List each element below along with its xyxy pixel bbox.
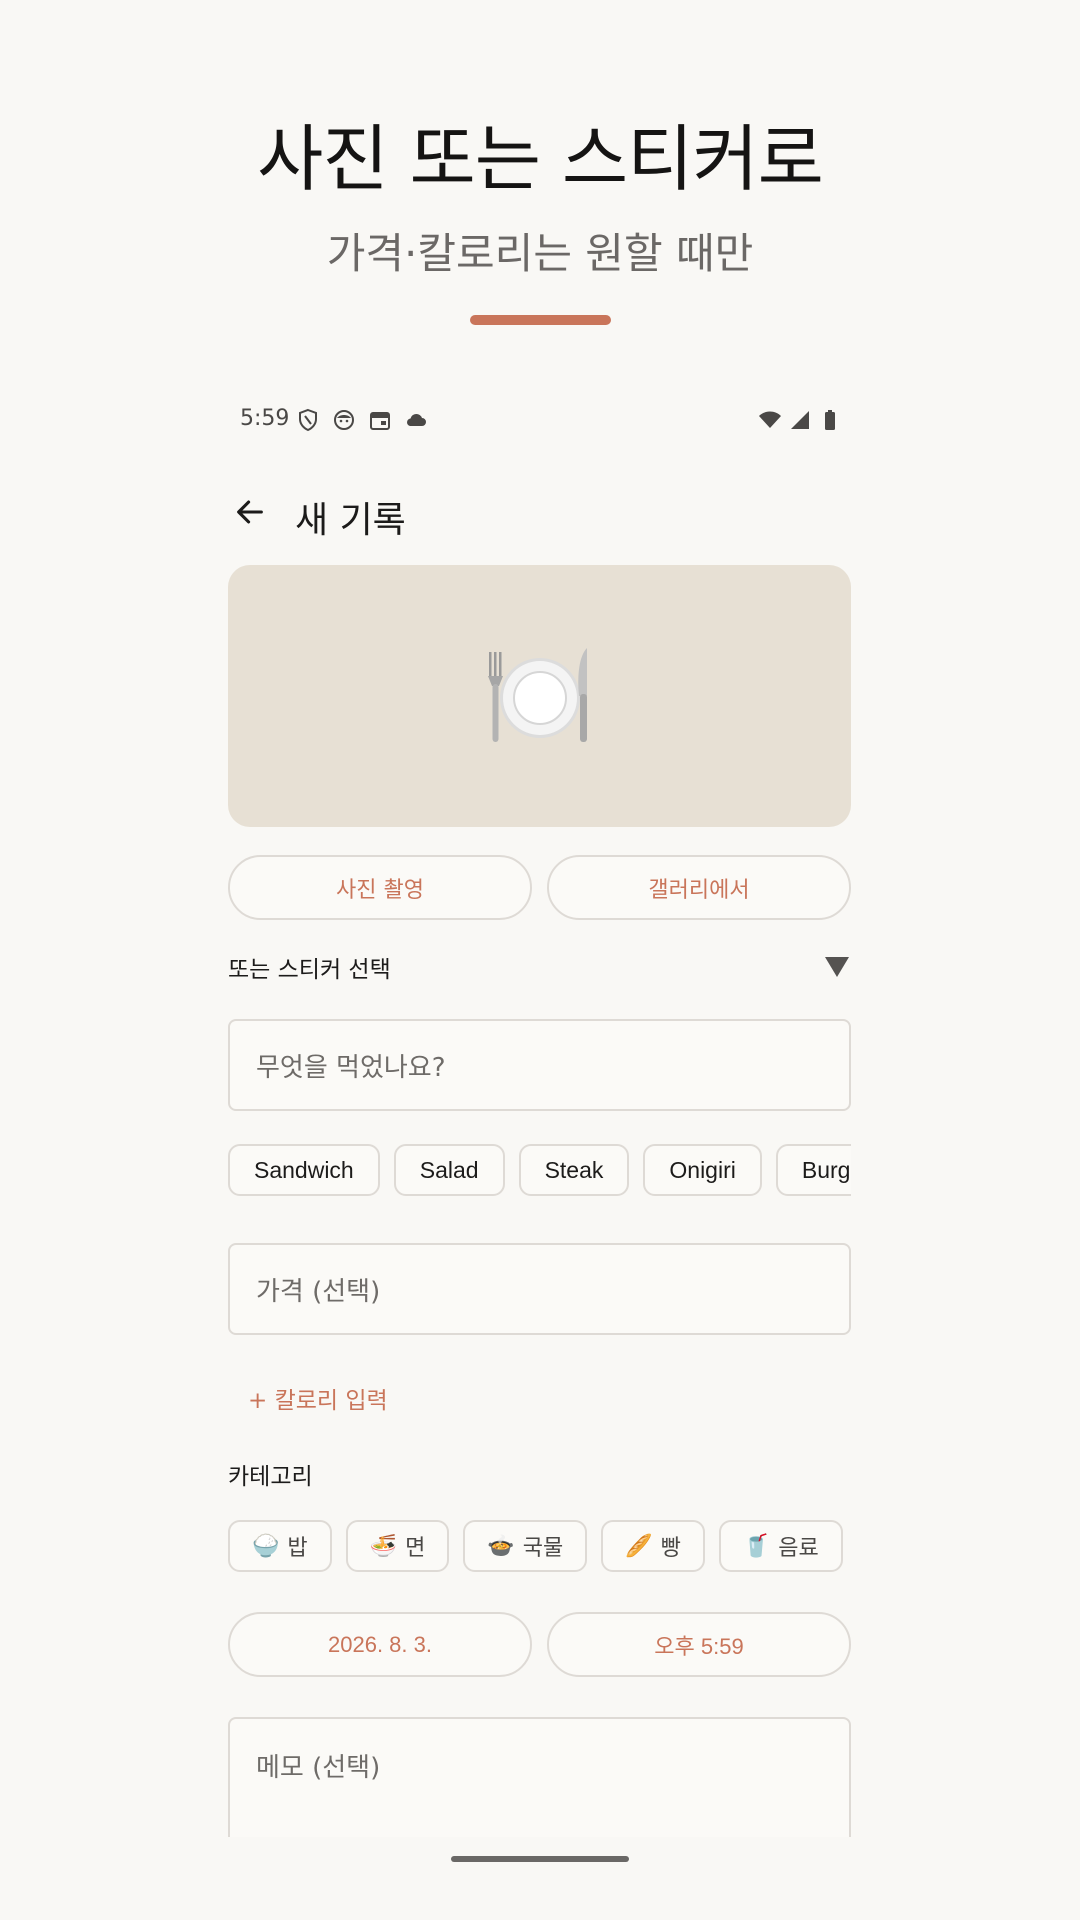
triangle-down-icon[interactable] bbox=[823, 955, 851, 979]
cloud-icon bbox=[407, 413, 426, 426]
category-emoji-icon: 🍲 bbox=[487, 1533, 515, 1558]
status-icons-left bbox=[296, 408, 428, 432]
category-chip[interactable]: 🥖 빵 bbox=[601, 1520, 705, 1572]
wifi-icon bbox=[759, 411, 781, 428]
signal-icon bbox=[791, 411, 809, 429]
category-emoji-icon: 🥤 bbox=[742, 1533, 771, 1558]
memo-placeholder: 메모 (선택) bbox=[256, 1753, 381, 1783]
suggestion-chip-row: SandwichSaladSteakOnigiriBurger bbox=[228, 1144, 851, 1196]
category-label: 카테고리 bbox=[228, 1464, 313, 1490]
category-chip-label: 빵 bbox=[660, 1535, 681, 1560]
bottom-fade bbox=[0, 1840, 1080, 1920]
back-button[interactable] bbox=[228, 490, 272, 534]
category-chip-label: 음료 bbox=[778, 1535, 819, 1560]
face-icon bbox=[334, 410, 354, 430]
category-chip-label: 면 bbox=[405, 1535, 426, 1560]
take-photo-button[interactable]: 사진 촬영 bbox=[228, 855, 532, 920]
category-chip[interactable]: 🥤 음료 bbox=[718, 1520, 843, 1572]
status-icons-right bbox=[758, 408, 842, 432]
gallery-button[interactable]: 갤러리에서 bbox=[547, 855, 851, 920]
price-input[interactable]: 가격 (선택) bbox=[228, 1243, 851, 1335]
category-chip[interactable]: 🍜 면 bbox=[345, 1520, 450, 1572]
suggestion-chip[interactable]: Sandwich bbox=[228, 1144, 380, 1196]
suggestion-chip[interactable]: Burger bbox=[775, 1144, 851, 1196]
home-indicator[interactable] bbox=[451, 1856, 629, 1862]
arrow-back-icon bbox=[237, 500, 263, 524]
category-chip[interactable]: 🍚 밥 bbox=[228, 1520, 332, 1572]
category-chip-row: 🍚 밥 🍜 면 🍲 국물 🥖 빵 🥤 음료 bbox=[228, 1520, 851, 1572]
status-time: 5:59 bbox=[240, 406, 290, 431]
calendar-icon bbox=[370, 412, 390, 430]
food-name-input[interactable]: 무엇을 먹었나요? bbox=[228, 1019, 851, 1111]
memo-input[interactable]: 메모 (선택) bbox=[228, 1717, 851, 1837]
category-chip-label: 밥 bbox=[287, 1535, 308, 1560]
date-picker-button[interactable]: 2026. 8. 3. bbox=[228, 1612, 532, 1677]
photo-preview[interactable] bbox=[228, 565, 851, 827]
add-calorie-button[interactable]: + 칼로리 입력 bbox=[248, 1381, 388, 1415]
time-picker-button[interactable]: 오후 5:59 bbox=[547, 1612, 851, 1677]
category-chip-label: 국물 bbox=[522, 1535, 564, 1560]
category-chip[interactable]: 🍲 국물 bbox=[463, 1520, 588, 1572]
price-placeholder: 가격 (선택) bbox=[256, 1276, 381, 1307]
promo-title: 사진 또는 스티커로 bbox=[257, 117, 824, 201]
category-emoji-icon: 🍜 bbox=[369, 1533, 398, 1558]
screen-title: 새 기록 bbox=[295, 500, 406, 541]
food-name-placeholder: 무엇을 먹었나요? bbox=[256, 1052, 446, 1083]
sticker-select-label: 또는 스티커 선택 bbox=[228, 957, 391, 983]
suggestion-chip[interactable]: Steak bbox=[518, 1144, 630, 1196]
suggestion-chip[interactable]: Onigiri bbox=[643, 1144, 762, 1196]
category-emoji-icon: 🍚 bbox=[252, 1533, 280, 1558]
category-emoji-icon: 🥖 bbox=[625, 1533, 653, 1558]
shield-icon bbox=[299, 408, 317, 432]
promo-subtitle: 가격·칼로리는 원할 때만 bbox=[326, 229, 754, 278]
sticker-select[interactable]: 또는 스티커 선택 bbox=[228, 950, 851, 984]
battery-icon bbox=[825, 410, 835, 430]
suggestion-chip[interactable]: Salad bbox=[393, 1144, 505, 1196]
promo-accent-bar bbox=[470, 315, 611, 325]
plate-cutlery-icon bbox=[487, 648, 587, 742]
